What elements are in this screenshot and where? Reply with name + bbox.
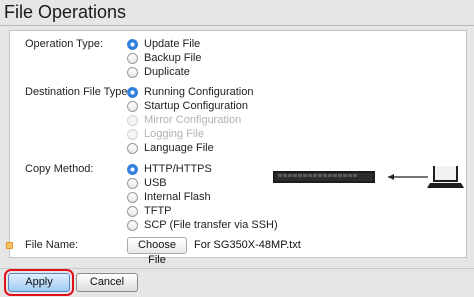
copy-method-usb[interactable]: USB <box>127 176 167 190</box>
copy-method-internal-flash[interactable]: Internal Flash <box>127 190 211 204</box>
file-name-value: For SG350X-48MP.txt <box>194 239 301 251</box>
radio-scp[interactable] <box>127 219 138 231</box>
copy-method-http-https[interactable]: HTTP/HTTPS <box>127 162 212 176</box>
radio-internal-flash[interactable] <box>127 191 138 203</box>
radio-running-configuration[interactable] <box>127 86 138 98</box>
destination-language-file[interactable]: Language File <box>127 141 214 155</box>
copy-method-diagram <box>273 166 464 188</box>
radio-update-file[interactable] <box>127 38 138 50</box>
page-title: File Operations <box>4 2 127 22</box>
radio-backup-file[interactable] <box>127 52 138 64</box>
laptop-icon <box>427 166 464 188</box>
operation-type-update-file[interactable]: Update File <box>127 37 200 51</box>
operation-type-duplicate[interactable]: Duplicate <box>127 65 190 79</box>
radio-startup-configuration[interactable] <box>127 100 138 112</box>
cancel-button[interactable]: Cancel <box>76 273 138 292</box>
option-label: Internal Flash <box>144 191 211 203</box>
file-name-label: File Name: <box>25 239 79 251</box>
destination-running-configuration[interactable]: Running Configuration <box>127 85 253 99</box>
copy-method-tftp[interactable]: TFTP <box>127 204 172 218</box>
radio-tftp[interactable] <box>127 205 138 217</box>
option-label: Backup File <box>144 52 202 64</box>
option-label: HTTP/HTTPS <box>144 163 212 175</box>
radio-duplicate[interactable] <box>127 66 138 78</box>
radio-language-file[interactable] <box>127 142 138 154</box>
arrow-left-icon <box>388 174 428 180</box>
required-field-icon <box>6 242 13 249</box>
option-label: SCP (File transfer via SSH) <box>144 219 278 231</box>
destination-logging-file: Logging File <box>127 127 204 141</box>
option-label: Startup Configuration <box>144 100 248 112</box>
option-label: Running Configuration <box>144 86 254 98</box>
destination-startup-configuration[interactable]: Startup Configuration <box>127 99 248 113</box>
radio-logging-file <box>127 128 138 140</box>
operation-type-label: Operation Type: <box>25 38 104 50</box>
option-label: TFTP <box>144 205 172 217</box>
operation-type-backup-file[interactable]: Backup File <box>127 51 201 65</box>
destination-file-type-label: Destination File Type: <box>25 86 131 98</box>
option-label: Duplicate <box>144 66 190 78</box>
option-label: Mirror Configuration <box>144 114 242 126</box>
radio-usb[interactable] <box>127 177 138 189</box>
destination-mirror-configuration: Mirror Configuration <box>127 113 241 127</box>
option-label: USB <box>144 177 167 189</box>
option-label: Logging File <box>144 128 204 140</box>
copy-method-label: Copy Method: <box>25 163 94 175</box>
actions-divider <box>0 268 474 269</box>
radio-mirror-configuration <box>127 114 138 126</box>
choose-file-button[interactable]: Choose File <box>127 237 187 266</box>
title-divider <box>0 25 474 26</box>
option-label: Language File <box>144 142 214 154</box>
radio-http-https[interactable] <box>127 163 138 175</box>
network-switch-icon <box>273 171 375 183</box>
apply-button[interactable]: Apply <box>4 269 74 296</box>
option-label: Update File <box>144 38 201 50</box>
copy-method-scp[interactable]: SCP (File transfer via SSH) <box>127 218 278 232</box>
